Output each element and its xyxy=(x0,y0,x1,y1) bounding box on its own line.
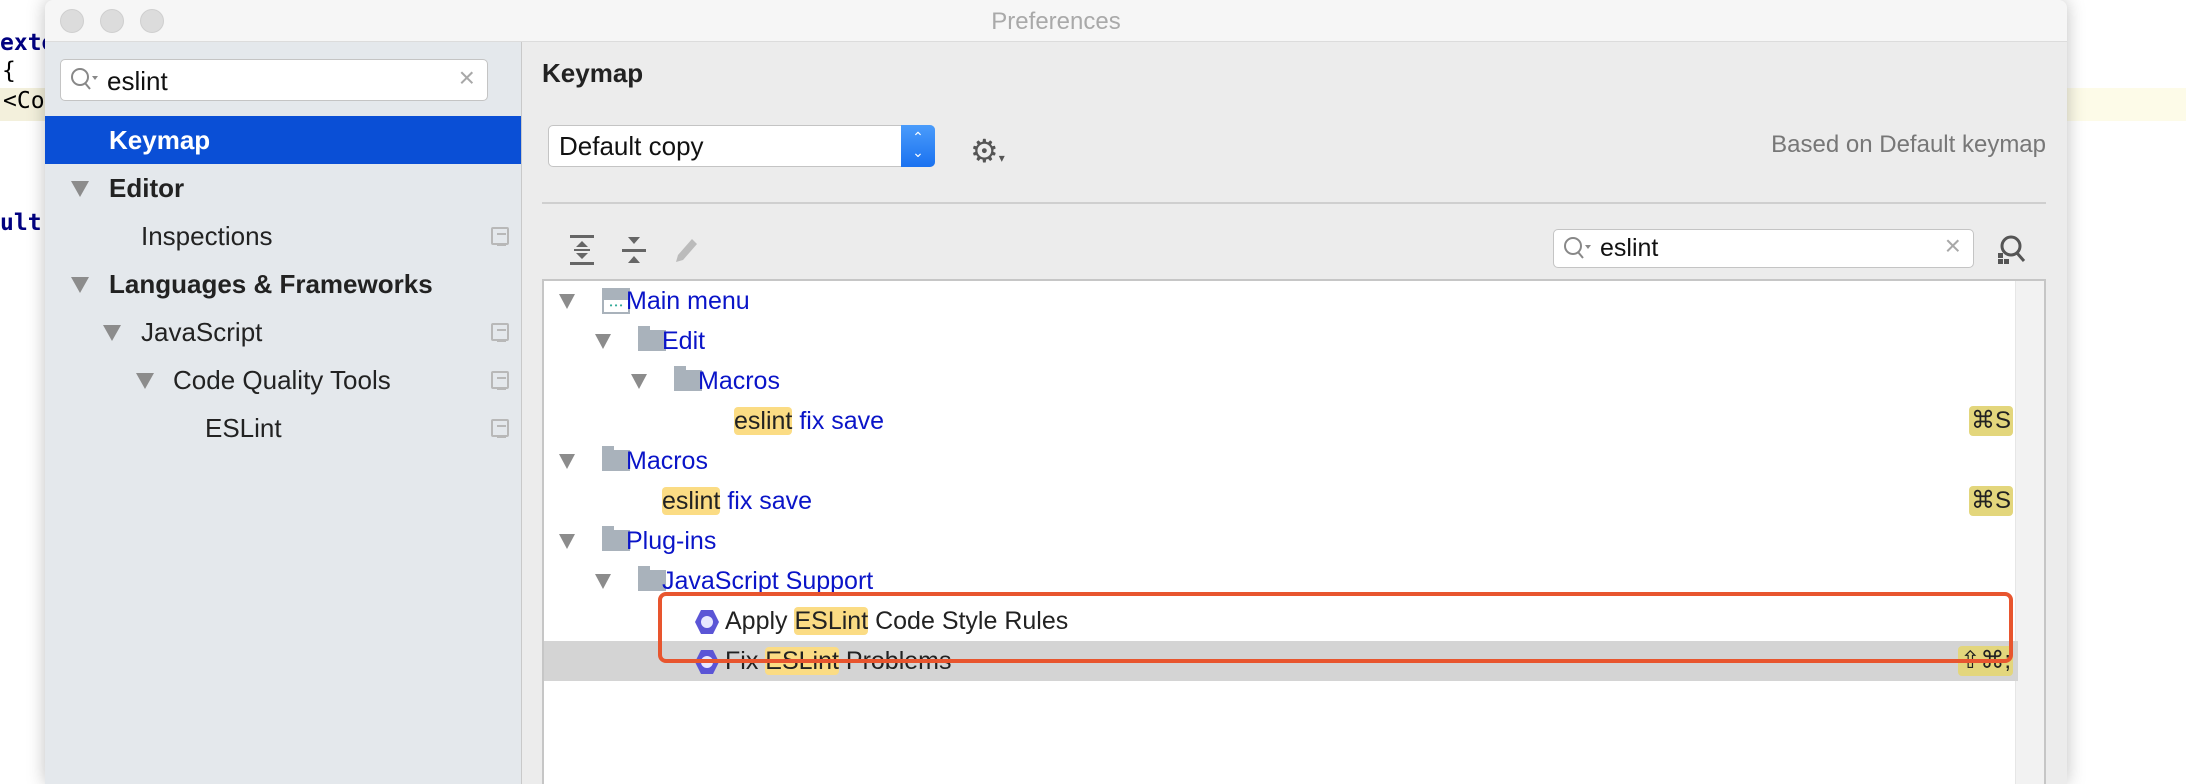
sidebar-item-label: Inspections xyxy=(141,221,273,251)
expand-arrow-icon[interactable] xyxy=(103,325,121,341)
search-icon xyxy=(1564,237,1591,259)
settings-sidebar: eslint × Keymap Editor Inspections Langu… xyxy=(45,42,522,784)
search-value: eslint xyxy=(107,66,168,96)
sidebar-item-eslint[interactable]: ESLint xyxy=(45,404,521,452)
code-fragment: { xyxy=(2,58,16,84)
sidebar-item-javascript[interactable]: JavaScript xyxy=(45,308,521,356)
keymap-panel: Keymap Default copy ⌃ ⌄ ⚙▾ Based on Defau… xyxy=(542,42,2067,784)
label-text: fix save xyxy=(720,487,813,515)
keymap-search-input[interactable]: eslint × xyxy=(1553,229,1974,268)
scrollbar[interactable] xyxy=(2015,281,2044,784)
sidebar-item-code-quality-tools[interactable]: Code Quality Tools xyxy=(45,356,521,404)
project-settings-icon xyxy=(491,419,509,438)
tree-row[interactable]: Plug-ins xyxy=(544,521,2018,561)
project-settings-icon xyxy=(491,227,509,246)
tree-row[interactable]: Edit xyxy=(544,321,2018,361)
action-label: Main menu xyxy=(626,281,750,321)
current-line-highlight xyxy=(2067,88,2186,121)
tree-row[interactable]: Main menu xyxy=(544,281,2018,321)
expand-arrow-icon[interactable] xyxy=(71,181,89,197)
clear-search-icon[interactable]: × xyxy=(1945,230,1961,262)
tree-row[interactable]: Macros xyxy=(544,441,2018,481)
settings-search-input[interactable]: eslint × xyxy=(60,59,488,101)
action-label: Macros xyxy=(626,441,708,481)
sidebar-item-editor[interactable]: Editor xyxy=(45,164,521,212)
gear-icon[interactable]: ⚙▾ xyxy=(970,132,1005,170)
window-title: Preferences xyxy=(991,8,1121,35)
expand-arrow-icon[interactable] xyxy=(595,334,611,349)
code-fragment: ult xyxy=(0,210,42,236)
preferences-window: Preferences eslint × Keymap Editor Inspe… xyxy=(45,0,2067,784)
search-match-highlight: eslint xyxy=(662,487,721,515)
edit-icon[interactable] xyxy=(672,234,700,266)
sidebar-item-label: ESLint xyxy=(205,413,282,443)
action-label: eslint fix save xyxy=(662,481,812,521)
code-fragment: <Co xyxy=(0,88,45,121)
sidebar-item-label: Code Quality Tools xyxy=(173,365,391,395)
annotation-highlight-box xyxy=(658,592,2013,663)
label-text: Plug-ins xyxy=(626,527,717,555)
shortcut-badge: ⌘S xyxy=(1968,486,2013,516)
search-match-highlight: eslint xyxy=(734,407,793,435)
select-stepper-icon[interactable]: ⌃ ⌄ xyxy=(901,125,935,167)
label-text: fix save xyxy=(792,407,885,435)
expand-arrow-icon[interactable] xyxy=(595,574,611,589)
sidebar-item-label: JavaScript xyxy=(141,317,263,347)
action-label: Edit xyxy=(662,321,705,361)
tree-row[interactable]: eslint fix save ⌘S xyxy=(544,401,2018,441)
action-label: Macros xyxy=(698,361,780,401)
keymap-select[interactable]: Default copy ⌃ ⌄ xyxy=(548,125,935,167)
project-settings-icon xyxy=(491,371,509,390)
search-value: eslint xyxy=(1600,234,1659,262)
sidebar-item-label: Languages & Frameworks xyxy=(109,269,433,299)
sidebar-item-languages-frameworks[interactable]: Languages & Frameworks xyxy=(45,260,521,308)
expand-arrow-icon[interactable] xyxy=(559,534,575,549)
label-text: Main menu xyxy=(626,287,750,315)
action-label: Plug-ins xyxy=(626,521,716,561)
sidebar-item-keymap[interactable]: Keymap xyxy=(45,116,521,164)
collapse-all-icon[interactable] xyxy=(620,234,648,266)
project-settings-icon xyxy=(491,323,509,342)
label-text: Macros xyxy=(626,447,708,475)
sidebar-item-label: Editor xyxy=(109,173,185,203)
label-text: Macros xyxy=(698,367,780,395)
expand-arrow-icon[interactable] xyxy=(559,454,575,469)
shortcut-badge: ⌘S xyxy=(1968,406,2013,436)
keymap-select-value: Default copy xyxy=(559,131,704,161)
sidebar-item-inspections[interactable]: Inspections xyxy=(45,212,521,260)
expand-arrow-icon[interactable] xyxy=(136,373,154,389)
search-icon xyxy=(71,68,98,90)
expand-arrow-icon[interactable] xyxy=(631,374,647,389)
keymap-action-tree: Main menu Edit Macros eslint fix save ⌘S Macr… xyxy=(542,279,2046,784)
divider xyxy=(542,202,2046,204)
based-on-label: Based on Default keymap xyxy=(1771,131,2046,158)
tree-row[interactable]: eslint fix save ⌘S xyxy=(544,481,2018,521)
sidebar-item-label: Keymap xyxy=(109,125,211,155)
label-text: JavaScript Support xyxy=(662,567,874,595)
page-title: Keymap xyxy=(542,58,644,88)
expand-arrow-icon[interactable] xyxy=(71,277,89,293)
find-by-shortcut-icon[interactable] xyxy=(1995,233,2027,265)
action-label: eslint fix save xyxy=(734,401,884,441)
editor-background xyxy=(2067,0,2186,784)
clear-search-icon[interactable]: × xyxy=(459,62,475,94)
tree-row[interactable]: Macros xyxy=(544,361,2018,401)
expand-arrow-icon[interactable] xyxy=(559,294,575,309)
title-bar: Preferences xyxy=(45,0,2067,42)
expand-all-icon[interactable] xyxy=(568,234,596,266)
label-text: Edit xyxy=(662,327,706,355)
